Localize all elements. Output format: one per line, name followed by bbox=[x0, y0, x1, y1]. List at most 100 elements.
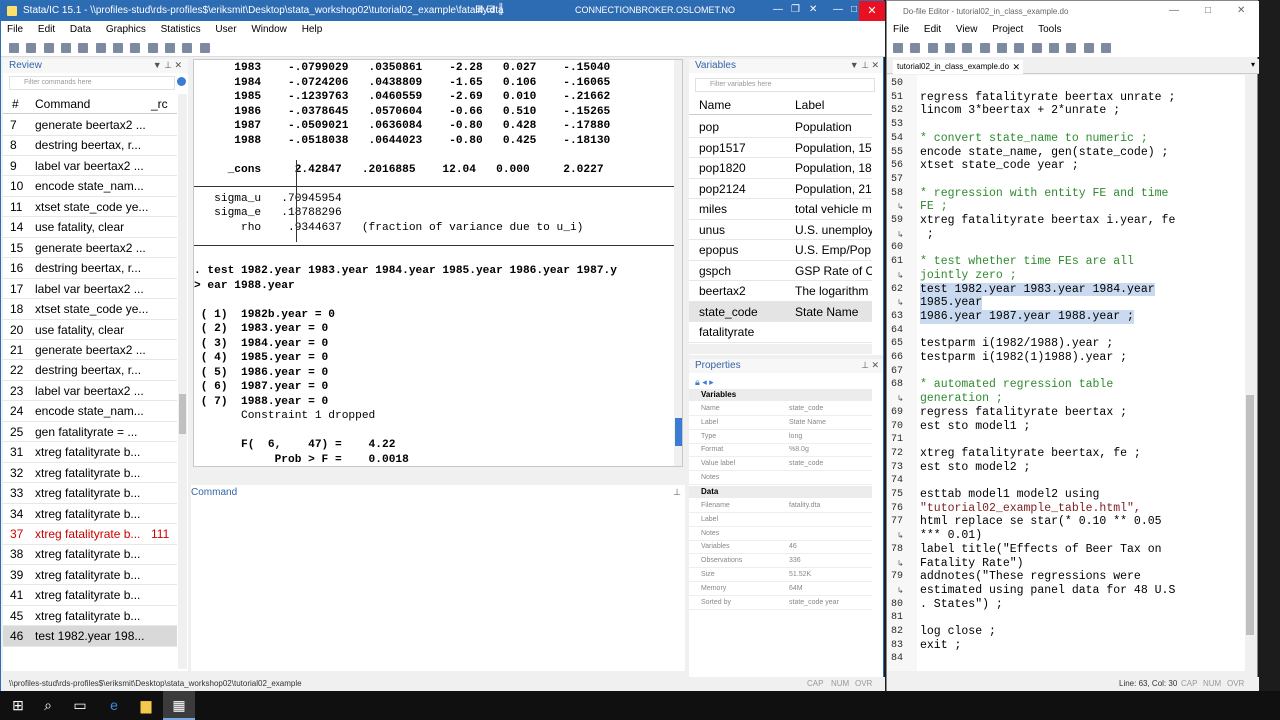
menu-data[interactable]: Data bbox=[64, 21, 97, 38]
review-row[interactable]: 14 use fatality, clear bbox=[3, 217, 177, 238]
review-row[interactable]: 24 encode state_nam... bbox=[3, 401, 177, 422]
do-file-editor[interactable]: 50 51 regress fatalityrate beertax unrate … bbox=[887, 75, 1249, 671]
execute-icon[interactable] bbox=[1101, 43, 1112, 53]
redo-icon[interactable] bbox=[1049, 43, 1060, 53]
review-row[interactable]: 22 destring beertax, r... bbox=[3, 360, 177, 381]
do-menu-file[interactable]: File bbox=[887, 21, 915, 38]
new-icon[interactable] bbox=[893, 43, 903, 53]
variables-hscrollbar[interactable] bbox=[689, 344, 872, 354]
task-view-icon[interactable]: ▭ bbox=[64, 691, 96, 720]
variable-row[interactable]: fatalityrate bbox=[689, 322, 872, 343]
review-row[interactable]: 34 xtreg fatalityrate b... bbox=[3, 504, 177, 525]
review-row[interactable]: 41 xtreg fatalityrate b... bbox=[3, 585, 177, 606]
variable-row[interactable]: epopus U.S. Emp/Pop bbox=[689, 240, 872, 261]
undo-icon[interactable] bbox=[1031, 43, 1042, 53]
results-scrollbar[interactable] bbox=[674, 60, 682, 466]
variables-manager-icon[interactable] bbox=[165, 43, 176, 53]
panel-controls-icon[interactable]: ⊥ ✕ bbox=[861, 360, 879, 371]
review-row[interactable]: 11 xtset state_code ye... bbox=[3, 197, 177, 218]
review-row[interactable]: 39 xtreg fatalityrate b... bbox=[3, 565, 177, 586]
print-icon[interactable] bbox=[945, 43, 956, 53]
restore-icon[interactable]: ❐ bbox=[791, 4, 800, 15]
variable-row[interactable]: miles total vehicle m bbox=[689, 199, 872, 220]
do-menu-tools[interactable]: Tools bbox=[1032, 21, 1067, 38]
properties-section-data[interactable]: Data bbox=[689, 486, 872, 498]
variable-row[interactable]: state_code State Name bbox=[689, 301, 872, 322]
copy-icon[interactable] bbox=[997, 43, 1008, 53]
outdent-icon[interactable] bbox=[1083, 43, 1094, 53]
break-icon[interactable] bbox=[199, 43, 210, 53]
search-icon[interactable]: ⌕ bbox=[32, 691, 64, 720]
menu-edit[interactable]: Edit bbox=[32, 21, 61, 38]
review-row[interactable]: 38 xtreg fatalityrate b... bbox=[3, 544, 177, 565]
save-icon[interactable] bbox=[927, 43, 938, 53]
close-icon[interactable]: ✕ bbox=[809, 4, 817, 15]
do-menu-view[interactable]: View bbox=[950, 21, 984, 38]
panel-controls-icon[interactable]: ▼ ⊥ ✕ bbox=[850, 60, 879, 71]
review-row[interactable]: 8 destring beertax, r... bbox=[3, 135, 177, 156]
do-file-scroll-thumb[interactable] bbox=[1246, 395, 1254, 635]
graph-icon[interactable] bbox=[95, 43, 106, 53]
review-col-rc[interactable]: _rc bbox=[151, 94, 168, 114]
cut-icon[interactable] bbox=[979, 43, 990, 53]
log-icon[interactable] bbox=[61, 43, 72, 53]
review-row[interactable]: 18 xtset state_code ye... bbox=[3, 299, 177, 320]
find-icon[interactable] bbox=[962, 43, 973, 53]
tab-do-file[interactable]: tutorial02_in_class_example.do ✕ bbox=[893, 60, 1023, 74]
close-icon[interactable]: ✕ bbox=[1237, 5, 1245, 16]
review-row[interactable]: 7 generate beertax2 ... bbox=[3, 115, 177, 136]
menu-file[interactable]: File bbox=[1, 21, 29, 38]
close-tab-icon[interactable]: ✕ bbox=[1012, 60, 1020, 74]
menu-statistics[interactable]: Statistics bbox=[155, 21, 207, 38]
do-file-scrollbar[interactable] bbox=[1245, 75, 1255, 671]
edge-icon[interactable]: e bbox=[98, 691, 130, 720]
variables-filter-input[interactable]: Filter variables here bbox=[695, 78, 875, 92]
review-row[interactable]: 21 generate beertax2 ... bbox=[3, 340, 177, 361]
review-filter-input[interactable]: Filter commands here bbox=[9, 76, 175, 90]
review-row[interactable]: 10 encode state_nam... bbox=[3, 176, 177, 197]
panel-controls-icon[interactable]: ▼ ⊥ ✕ bbox=[153, 60, 182, 71]
tab-dropdown-icon[interactable]: ▾ bbox=[1251, 60, 1255, 69]
review-scroll-thumb[interactable] bbox=[179, 394, 186, 434]
print-icon[interactable] bbox=[43, 43, 54, 53]
command-panel[interactable]: Command ⊥ bbox=[191, 485, 685, 671]
menu-graphics[interactable]: Graphics bbox=[100, 21, 152, 38]
review-row[interactable]: 23 label var beertax2 ... bbox=[3, 381, 177, 402]
indent-icon[interactable] bbox=[1066, 43, 1077, 53]
variable-row[interactable]: pop1517 Population, 15 bbox=[689, 138, 872, 158]
menu-help[interactable]: Help bbox=[296, 21, 329, 38]
variables-col-label[interactable]: Label bbox=[795, 95, 824, 115]
data-editor-icon[interactable] bbox=[130, 43, 141, 53]
stata-icon[interactable]: ▦ bbox=[163, 691, 195, 720]
pin-icon[interactable]: ⊥ bbox=[673, 487, 681, 498]
clear-more-icon[interactable] bbox=[182, 43, 193, 53]
variable-row[interactable]: pop2124 Population, 21 bbox=[689, 179, 872, 199]
variable-row[interactable]: gspch GSP Rate of C bbox=[689, 261, 872, 281]
review-row[interactable]: 31 xtreg fatalityrate b... bbox=[3, 442, 177, 463]
review-row[interactable]: 16 destring beertax, r... bbox=[3, 258, 177, 279]
do-menu-project[interactable]: Project bbox=[986, 21, 1029, 38]
properties-section-variables[interactable]: Variables bbox=[689, 389, 872, 401]
windows-icon[interactable]: ⊞ bbox=[2, 691, 34, 720]
review-row[interactable]: 33 xtreg fatalityrate b... bbox=[3, 483, 177, 504]
variable-row[interactable]: pop Population bbox=[689, 117, 872, 138]
variable-row[interactable]: unus U.S. unemploy bbox=[689, 220, 872, 240]
pin-icon[interactable]: ⊞ ⊟ ║ bbox=[475, 4, 504, 15]
review-row[interactable]: 20 use fatality, clear bbox=[3, 320, 177, 340]
menu-user[interactable]: User bbox=[209, 21, 242, 38]
info-icon[interactable] bbox=[177, 77, 186, 86]
review-col-number[interactable]: # bbox=[12, 94, 19, 114]
review-row[interactable]: 45 xtreg fatalityrate b... bbox=[3, 606, 177, 627]
minimize-icon[interactable]: — bbox=[1169, 5, 1179, 16]
review-row[interactable]: 25 gen fatalityrate = ... bbox=[3, 422, 177, 443]
review-row[interactable]: 9 label var beertax2 ... bbox=[3, 156, 177, 177]
review-row[interactable]: 32 xtreg fatalityrate b... bbox=[3, 463, 177, 484]
variable-row[interactable]: beertax2 The logarithm bbox=[689, 281, 872, 302]
do-file-editor-icon[interactable] bbox=[113, 43, 124, 53]
review-scrollbar[interactable] bbox=[178, 94, 187, 669]
file-explorer-icon[interactable]: ▆ bbox=[130, 691, 162, 720]
maximize-icon[interactable]: □ bbox=[1205, 5, 1211, 16]
results-scroll-thumb[interactable] bbox=[675, 418, 682, 446]
paste-icon[interactable] bbox=[1014, 43, 1025, 53]
review-row[interactable]: 17 label var beertax2 ... bbox=[3, 279, 177, 300]
